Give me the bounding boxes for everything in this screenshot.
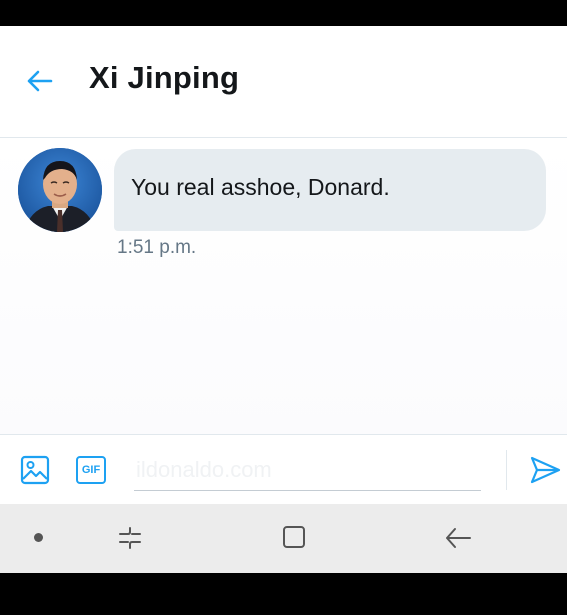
avatar-portrait-image — [18, 148, 102, 232]
conversation-header: Xi Jinping — [0, 26, 567, 138]
recent-apps-button[interactable] — [116, 524, 144, 552]
message-input[interactable] — [134, 449, 481, 491]
send-icon — [530, 456, 561, 484]
message-timestamp: 1:51 p.m. — [117, 237, 197, 258]
message-bubble[interactable]: You real asshoe, Donard. — [114, 149, 546, 231]
composer-divider — [506, 450, 507, 490]
phone-frame: Xi Jinping You real asshoe, Donard. 1:51… — [0, 0, 567, 615]
system-navigation-bar — [0, 504, 567, 573]
message-list: You real asshoe, Donard. 1:51 p.m. — [0, 138, 567, 434]
send-button[interactable] — [529, 454, 561, 486]
system-back-button[interactable] — [444, 524, 472, 552]
dm-screen: Xi Jinping You real asshoe, Donard. 1:51… — [0, 26, 567, 573]
back-icon — [446, 528, 471, 548]
arrow-left-icon — [27, 70, 53, 92]
conversation-title: Xi Jinping — [89, 60, 240, 95]
back-button[interactable] — [22, 66, 56, 96]
image-icon — [20, 455, 50, 485]
avatar[interactable] — [18, 148, 102, 232]
recent-apps-icon — [119, 527, 141, 549]
gif-button[interactable]: GIF — [76, 456, 106, 484]
home-button[interactable] — [281, 524, 307, 550]
add-photo-button[interactable] — [20, 455, 50, 485]
dot-icon[interactable] — [34, 533, 43, 542]
home-icon — [283, 526, 305, 548]
message-composer: GIF — [0, 434, 567, 505]
